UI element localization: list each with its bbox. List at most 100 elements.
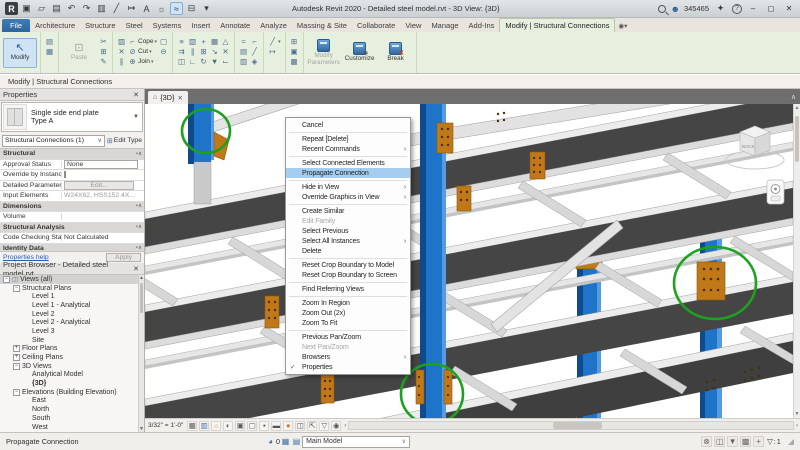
property-edit-button[interactable]: Edit... (64, 181, 134, 190)
tree-item-ceiling-plans[interactable]: +Ceiling Plans (0, 353, 144, 362)
open-icon[interactable]: ▱ (35, 2, 48, 15)
ribbon-tab-systems[interactable]: Systems (148, 19, 187, 32)
ribbon-tab-analyze[interactable]: Analyze (255, 19, 292, 32)
properties-header[interactable]: Properties ✕ (0, 89, 144, 101)
cut-geometry-button[interactable]: ⊘Cut▾ (127, 47, 158, 57)
user-id[interactable]: 345465 (684, 4, 709, 13)
remove-hidden-lines-button[interactable]: ▥ (238, 57, 249, 67)
drag-on-selection-toggle-icon[interactable]: + (753, 436, 764, 447)
revit-logo-icon[interactable]: R (5, 2, 18, 15)
mirror-pick-axis-button[interactable]: ◫ (176, 57, 187, 67)
ribbon-tab-insert[interactable]: Insert (186, 19, 215, 32)
cope-button[interactable]: ⌐Cope▾ (127, 37, 158, 47)
ribbon-tab-view[interactable]: View (400, 19, 426, 32)
tree-item-east[interactable]: East (0, 397, 144, 406)
array-button[interactable]: ▦ (209, 37, 220, 47)
select-underlay-toggle-icon[interactable]: ◫ (714, 436, 725, 447)
crop-view-icon[interactable]: ▣ (235, 421, 245, 431)
unjoin-button[interactable]: ⊖ (158, 47, 169, 57)
ribbon-tab-structure[interactable]: Structure (80, 19, 120, 32)
property-value-field[interactable]: None (64, 160, 138, 169)
measure-icon[interactable]: ╱ (110, 2, 123, 15)
menu-item-cancel[interactable]: Cancel (286, 120, 410, 130)
match-type-button[interactable]: ✎ (98, 57, 109, 67)
connection-plate[interactable] (214, 132, 229, 160)
aligned-dimension-icon[interactable]: ↦ (125, 2, 138, 15)
menu-item-delete[interactable]: Delete (286, 246, 410, 256)
ribbon-tab-file[interactable]: File (2, 19, 30, 32)
move-button[interactable]: + (198, 37, 209, 47)
menu-item-create-similar[interactable]: Create Similar (286, 206, 410, 216)
worksets-icon[interactable]: ◕ (265, 436, 276, 447)
ribbon-tab-manage[interactable]: Manage (426, 19, 463, 32)
type-selector[interactable]: Single side end plate Type A ▼ (1, 102, 143, 132)
tree-item-elevations-building-elevation-[interactable]: −Elevations (Building Elevation) (0, 388, 144, 397)
expand-icon[interactable]: + (13, 354, 20, 361)
tree-item-north[interactable]: North (0, 405, 144, 414)
align-button[interactable]: ≡ (176, 37, 187, 47)
tree-item-level-1[interactable]: Level 1 (0, 292, 144, 301)
ribbon-tab-annotate[interactable]: Annotate (215, 19, 255, 32)
workspace-icon[interactable]: ▣ (20, 2, 33, 15)
undo-icon[interactable]: ↶ (65, 2, 78, 15)
menu-item-override-graphics-in-view[interactable]: Override Graphics in View› (286, 192, 410, 202)
sun-path-icon[interactable]: ☼ (211, 421, 221, 431)
select-pinned-toggle-icon[interactable]: ▼ (727, 436, 738, 447)
tree-item-level-3[interactable]: Level 3 (0, 327, 144, 336)
search-icon[interactable] (658, 5, 666, 13)
project-browser-close-icon[interactable]: ✕ (131, 265, 141, 273)
design-options-icon[interactable]: ▤ (291, 436, 302, 447)
menu-item-repeat-delete-[interactable]: Repeat [Delete] (286, 134, 410, 144)
tree-item--3d-[interactable]: {3D} (0, 379, 144, 388)
save-icon[interactable]: ▤ (50, 2, 63, 15)
tree-item-level-1-analytical[interactable]: Level 1 - Analytical (0, 301, 144, 310)
family-types-button[interactable]: ▦ (44, 47, 55, 57)
worksharing-display-icon[interactable]: ◉ (331, 421, 341, 431)
mirror-draw-axis-button[interactable]: ▧ (187, 37, 198, 47)
split-element-button[interactable]: ∥ (187, 47, 198, 57)
scroll-up-icon[interactable]: ▲ (139, 275, 144, 281)
scroll-up-icon[interactable]: ▲ (794, 105, 800, 111)
restore-button[interactable]: ◻ (764, 3, 778, 15)
edit-type-button[interactable]: ⊞ Edit Type (107, 137, 142, 145)
properties-close-icon[interactable]: ✕ (131, 91, 141, 99)
menu-item-select-previous[interactable]: Select Previous (286, 226, 410, 236)
menu-item-find-referring-views[interactable]: Find Referring Views (286, 284, 410, 294)
property-row-detailed-parameters[interactable]: Detailed ParametersEdit... (0, 181, 144, 192)
beam-wall-join-button[interactable]: ▢ (158, 37, 169, 47)
ribbon-tab-add-ins[interactable]: Add-Ins (464, 19, 500, 32)
ribbon-tab-collaborate[interactable]: Collaborate (352, 19, 400, 32)
collapse-icon[interactable]: − (13, 389, 20, 396)
view-scale-button[interactable]: 3/32" = 1'-0" (148, 422, 183, 429)
break-connection-button[interactable]: ✕Break (379, 38, 413, 68)
ribbon-tab-steel[interactable]: Steel (121, 19, 148, 32)
close-button[interactable]: ✕ (782, 3, 796, 15)
canvas-vertical-scrollbar[interactable]: ▲ ▼ (793, 104, 800, 418)
minimize-button[interactable]: – (746, 3, 760, 15)
show-hidden-lines-button[interactable]: ▤ (238, 47, 249, 57)
reveal-constraints-icon[interactable]: ▽ (319, 421, 329, 431)
select-links-toggle-icon[interactable]: ⊗ (701, 436, 712, 447)
demolish-button[interactable]: ✕ (116, 47, 127, 57)
redo-icon[interactable]: ↷ (80, 2, 93, 15)
menu-item-next-pan-zoom[interactable]: Next Pan/Zoom (286, 342, 410, 352)
expand-icon[interactable]: + (13, 345, 20, 352)
create-similar-button[interactable]: ▣ (289, 47, 300, 57)
thin-lines-toggle-button[interactable]: ≈ (238, 37, 249, 47)
qat-dropdown-icon[interactable]: ▾ (200, 2, 213, 15)
properties-palette-button[interactable]: ▤ (44, 37, 55, 47)
view-reference-button[interactable]: ◈ (249, 57, 260, 67)
copy-to-clipboard-button[interactable]: ⊞ (98, 47, 109, 57)
menu-item-reset-crop-boundary-to-screen[interactable]: Reset Crop Boundary to Screen (286, 270, 410, 280)
user-account-icon[interactable]: ☻ (670, 4, 679, 14)
tree-item-site[interactable]: Site (0, 336, 144, 345)
render-icon[interactable]: ☼ (155, 2, 168, 15)
collapse-icon[interactable]: − (13, 363, 20, 370)
unpin-button[interactable]: △ (220, 37, 231, 47)
reveal-hidden-elements-icon[interactable]: ● (283, 421, 293, 431)
help-icon[interactable]: ? (732, 4, 742, 14)
menu-item-select-connected-elements[interactable]: Select Connected Elements (286, 158, 410, 168)
paste-button[interactable]: ⊡Paste (62, 38, 96, 68)
model-3d-view[interactable]: BACK (145, 104, 793, 418)
scroll-down-icon[interactable]: ▼ (794, 411, 800, 417)
